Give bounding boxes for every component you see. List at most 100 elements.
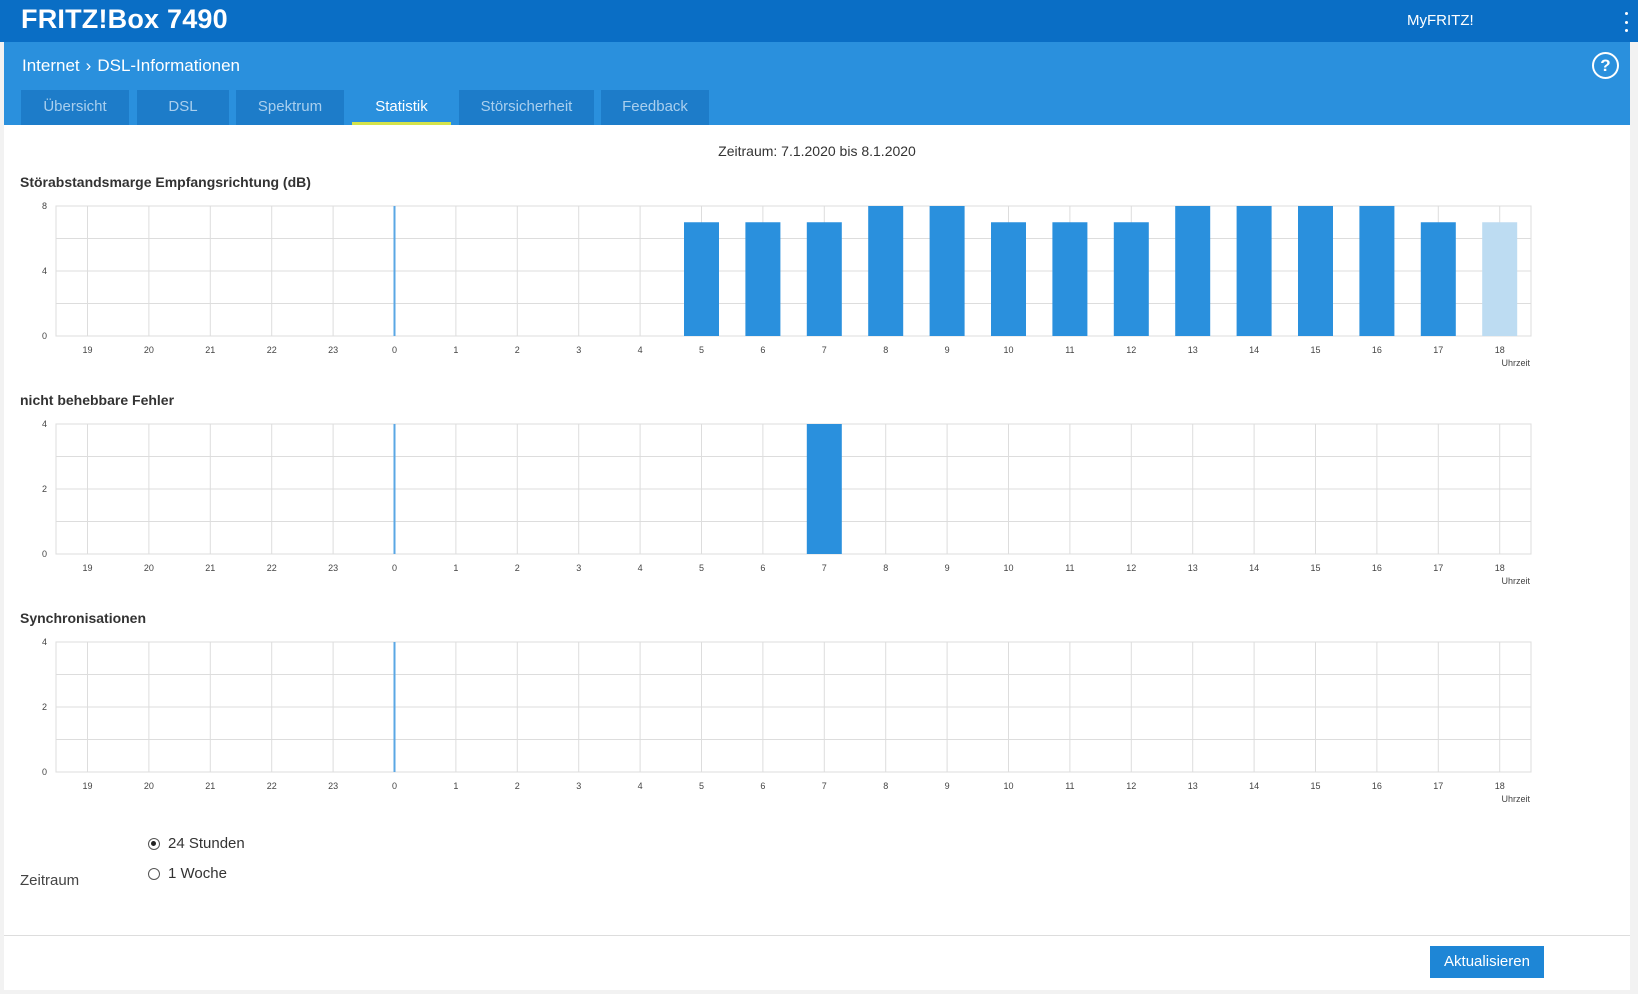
y-tick-label: 0 [42, 767, 47, 777]
x-tick-label: 0 [392, 345, 397, 355]
x-tick-label: 11 [1065, 345, 1074, 355]
zeitraum-label: Zeitraum [20, 872, 80, 889]
x-tick-label: 16 [1372, 345, 1382, 355]
x-tick-label: 8 [883, 781, 888, 791]
y-tick-label: 4 [42, 266, 47, 276]
x-tick-label: 19 [82, 345, 92, 355]
x-tick-label: 4 [638, 563, 643, 573]
x-tick-label: 1 [453, 781, 458, 791]
x-tick-label: 17 [1433, 345, 1443, 355]
x-tick-label: 16 [1372, 781, 1382, 791]
bar-hour-17 [1420, 222, 1456, 336]
x-tick-label: 14 [1249, 781, 1259, 791]
x-tick-label: 19 [82, 781, 92, 791]
tab-spektrum[interactable]: Spektrum [236, 90, 344, 125]
x-tick-label: 5 [699, 781, 704, 791]
x-tick-label: 6 [760, 563, 765, 573]
bar-hour-12 [1113, 222, 1149, 336]
chart-title-errors: nicht behebbare Fehler [20, 392, 175, 408]
x-axis-label: Uhrzeit [1501, 576, 1530, 586]
tab-uebersicht[interactable]: Übersicht [21, 90, 129, 125]
x-tick-label: 3 [576, 563, 581, 573]
x-tick-label: 2 [515, 345, 520, 355]
x-tick-label: 21 [205, 345, 215, 355]
x-tick-label: 20 [144, 563, 154, 573]
x-tick-label: 8 [883, 345, 888, 355]
myfritz-link[interactable]: MyFRITZ! [1407, 12, 1474, 29]
help-icon[interactable]: ? [1592, 52, 1619, 79]
bar-hour-10 [991, 222, 1026, 336]
aktualisieren-button[interactable]: Aktualisieren [1430, 946, 1544, 978]
bar-hour-8 [868, 206, 904, 336]
breadcrumb-dsl-informationen: DSL-Informationen [97, 56, 241, 75]
x-tick-label: 12 [1126, 563, 1136, 573]
chart-title-snr: Störabstandsmarge Empfangsrichtung (dB) [20, 174, 311, 190]
x-tick-label: 5 [699, 563, 704, 573]
y-tick-label: 0 [42, 549, 47, 559]
tab-statistik[interactable]: Statistik [352, 90, 451, 125]
x-tick-label: 1 [453, 345, 458, 355]
x-tick-label: 11 [1065, 781, 1074, 791]
x-tick-label: 17 [1433, 563, 1443, 573]
y-tick-label: 4 [42, 637, 47, 647]
radio-1-week[interactable]: 1 Woche [148, 865, 227, 882]
x-tick-label: 4 [638, 781, 643, 791]
x-tick-label: 22 [267, 563, 277, 573]
x-tick-label: 15 [1310, 345, 1320, 355]
x-tick-label: 6 [760, 781, 765, 791]
tab-stoersicherheit[interactable]: Störsicherheit [459, 90, 594, 125]
x-tick-label: 22 [267, 345, 277, 355]
bar-hour-14 [1236, 206, 1272, 336]
bar-hour-7 [806, 424, 842, 554]
chevron-right-icon: › [85, 56, 92, 75]
x-tick-label: 2 [515, 781, 520, 791]
period-text: Zeitraum: 7.1.2020 bis 8.1.2020 [718, 143, 916, 159]
x-tick-label: 1 [453, 563, 458, 573]
x-tick-label: 12 [1126, 345, 1136, 355]
brand-title: FRITZ!Box 7490 [21, 4, 228, 34]
breadcrumb: Internet › DSL-Informationen [22, 56, 240, 76]
radio-1-week-label[interactable]: 1 Woche [168, 865, 227, 882]
kebab-menu-icon[interactable] [1623, 12, 1629, 32]
x-tick-label: 7 [822, 781, 827, 791]
x-tick-label: 10 [1003, 563, 1013, 573]
x-tick-label: 9 [945, 563, 950, 573]
x-tick-label: 5 [699, 345, 704, 355]
tab-dsl[interactable]: DSL [137, 90, 229, 125]
bar-hour-18 [1482, 222, 1518, 336]
bar-hour-16 [1359, 206, 1395, 336]
bar-hour-6 [745, 222, 781, 336]
breadcrumb-internet[interactable]: Internet [22, 56, 80, 76]
x-tick-label: 13 [1188, 781, 1198, 791]
synchronisations-chart: 02419 20 21 22 23 0 1 2 3 4 5 6 7 8 9 10 11 12 13 14 15 16 17 1… [42, 637, 1532, 804]
radio-24h-label[interactable]: 24 Stunden [168, 835, 245, 852]
y-tick-label: 2 [42, 702, 47, 712]
x-tick-label: 3 [576, 345, 581, 355]
x-tick-label: 21 [205, 563, 215, 573]
bar-hour-5 [684, 222, 719, 336]
x-tick-label: 10 [1003, 781, 1013, 791]
x-tick-label: 15 [1310, 563, 1320, 573]
radio-24h[interactable]: 24 Stunden [148, 835, 245, 852]
x-tick-label: 20 [144, 781, 154, 791]
x-tick-label: 17 [1433, 781, 1443, 791]
x-tick-label: 8 [883, 563, 888, 573]
divider [4, 935, 1630, 936]
y-tick-label: 8 [42, 201, 47, 211]
y-tick-label: 0 [42, 331, 47, 341]
bar-hour-13 [1175, 206, 1211, 336]
radio-24h-button[interactable] [148, 837, 160, 850]
radio-1-week-button[interactable] [148, 867, 160, 880]
tab-feedback[interactable]: Feedback [601, 90, 709, 125]
x-tick-label: 14 [1249, 563, 1259, 573]
x-tick-label: 11 [1065, 563, 1074, 573]
x-tick-label: 15 [1310, 781, 1320, 791]
x-tick-label: 23 [328, 345, 338, 355]
x-tick-label: 7 [822, 563, 827, 573]
x-tick-label: 22 [267, 781, 277, 791]
x-tick-label: 13 [1188, 563, 1198, 573]
x-tick-label: 7 [822, 345, 827, 355]
x-tick-label: 2 [515, 563, 520, 573]
x-tick-label: 9 [945, 781, 950, 791]
top-bar: FRITZ!Box 7490 MyFRITZ! [0, 0, 1638, 42]
